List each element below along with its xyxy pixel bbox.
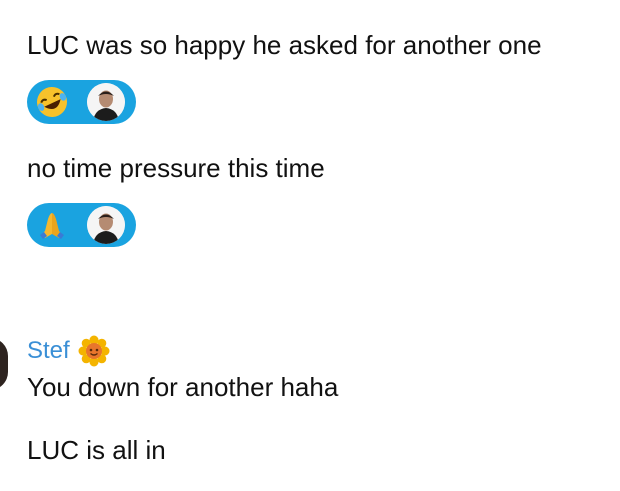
message-text: LUC is all in [27, 435, 166, 465]
reactor-avatar [87, 206, 125, 244]
message-text: no time pressure this time [27, 153, 325, 183]
reaction-pill[interactable] [27, 80, 136, 124]
message-text: LUC was so happy he asked for another on… [27, 30, 542, 60]
sender-avatar[interactable] [0, 338, 8, 390]
folded-hands-icon [35, 208, 69, 242]
reactor-avatar [87, 83, 125, 121]
laughing-emoji-icon [35, 85, 69, 119]
reaction-pill[interactable] [27, 203, 136, 247]
sender-header: Stef [27, 334, 110, 368]
flower-icon [78, 335, 110, 367]
message-text: You down for another haha [27, 372, 339, 402]
sender-name[interactable]: Stef [27, 336, 70, 366]
